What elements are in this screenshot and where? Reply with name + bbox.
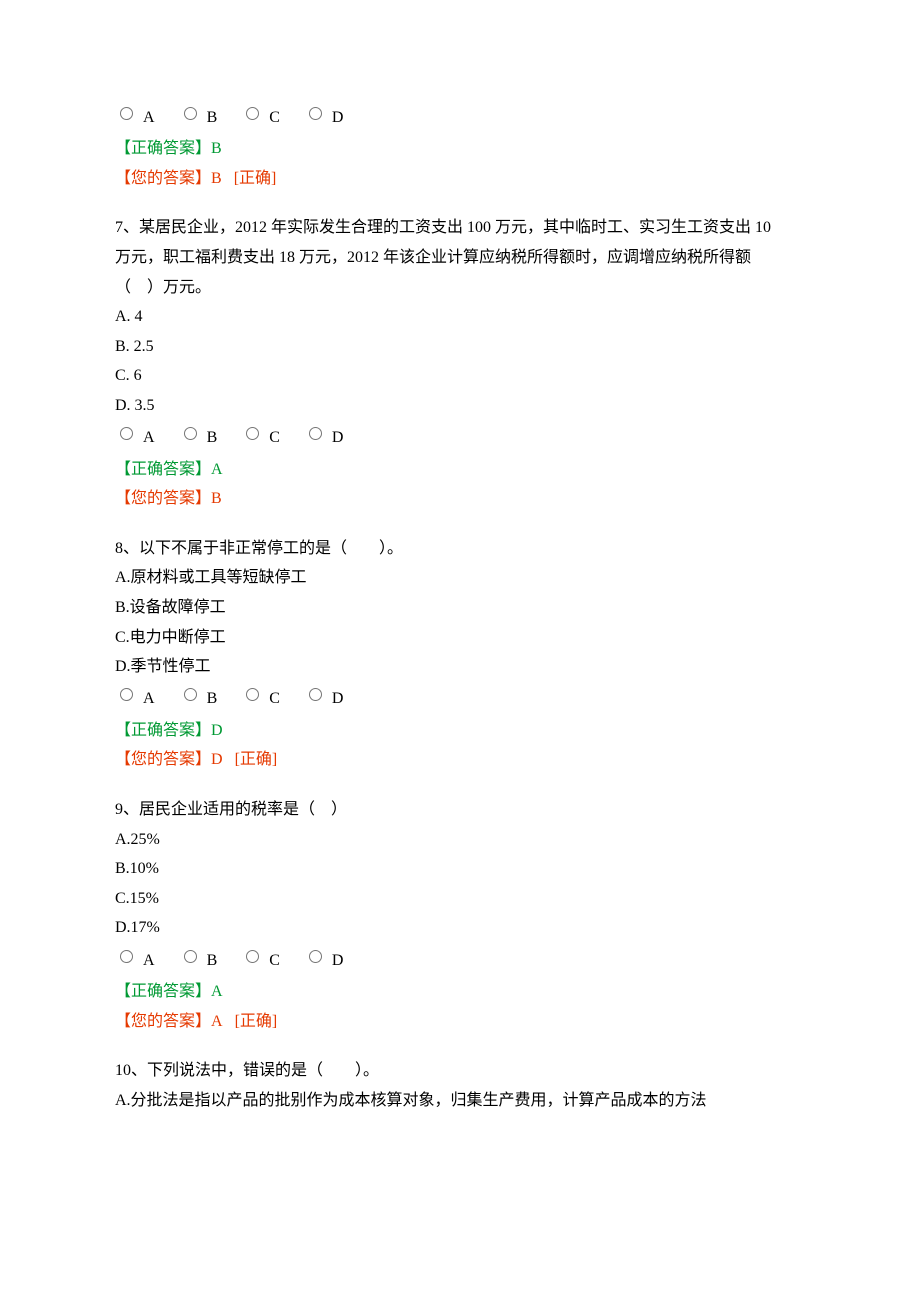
your-answer-label: 【您的答案】 [115,751,211,768]
q8-radio-b[interactable] [184,688,197,701]
q7-option-c: C. 6 [115,361,920,391]
q9-radio-a-label: A [143,952,155,969]
q8-correct-answer: 【正确答案】D [115,716,920,746]
q7-radio-b-label: B [207,429,218,446]
q9-your-value: A [211,1013,223,1030]
q7-text-line2: 万元，职工福利费支出 18 万元，2012 年该企业计算应纳税所得额时，应调增应… [115,243,920,273]
q6-correct-tag: [正确] [234,170,277,187]
correct-answer-label: 【正确答案】 [115,461,211,478]
q8-radio-a-label: A [143,690,155,707]
q6-radio-d-label: D [332,109,344,126]
q6-radio-c-label: C [269,109,280,126]
q6-your-answer: 【您的答案】B [正确] [115,164,920,194]
q9-correct-value: A [211,983,223,1000]
question-7-block: 7、某居民企业，2012 年实际发生合理的工资支出 100 万元，其中临时工、实… [115,213,920,513]
q7-text-line1: 7、某居民企业，2012 年实际发生合理的工资支出 100 万元，其中临时工、实… [115,213,920,243]
q7-radio-d-label: D [332,429,344,446]
question-9-block: 9、居民企业适用的税率是（ ） A.25% B.10% C.15% D.17% … [115,795,920,1036]
your-answer-label: 【您的答案】 [115,170,211,187]
q7-option-d: D. 3.5 [115,391,920,421]
your-answer-label: 【您的答案】 [115,490,211,507]
q6-radio-a-label: A [143,109,155,126]
q7-text-line3: （ ）万元。 [115,273,920,303]
q9-radio-b-label: B [207,952,218,969]
q7-radio-b[interactable] [184,427,197,440]
q9-option-a: A.25% [115,825,920,855]
q7-radio-d[interactable] [309,427,322,440]
q8-radio-d-label: D [332,690,344,707]
q9-your-answer: 【您的答案】A [正确] [115,1007,920,1037]
q7-option-b: B. 2.5 [115,332,920,362]
q7-radio-row: A B C D [115,422,920,452]
q8-option-b: B.设备故障停工 [115,593,920,623]
q10-text: 10、下列说法中，错误的是（ ）。 [115,1056,920,1086]
question-10-block: 10、下列说法中，错误的是（ ）。 A.分批法是指以产品的批别作为成本核算对象，… [115,1056,920,1115]
q9-radio-row: A B C D [115,945,920,975]
q7-radio-c[interactable] [246,427,259,440]
q6-radio-c[interactable] [246,107,259,120]
q7-your-answer: 【您的答案】B [115,484,920,514]
correct-answer-label: 【正确答案】 [115,140,211,157]
question-8-block: 8、以下不属于非正常停工的是（ ）。 A.原材料或工具等短缺停工 B.设备故障停… [115,534,920,775]
q6-correct-answer: 【正确答案】B [115,134,920,164]
q9-radio-d-label: D [332,952,344,969]
q8-your-answer: 【您的答案】D [正确] [115,745,920,775]
q9-radio-b[interactable] [184,950,197,963]
q6-radio-d[interactable] [309,107,322,120]
q7-correct-answer: 【正确答案】A [115,455,920,485]
q6-your-value: B [211,170,222,187]
q8-radio-a[interactable] [120,688,133,701]
q9-option-b: B.10% [115,854,920,884]
q8-option-d: D.季节性停工 [115,652,920,682]
q7-your-value: B [211,490,222,507]
q8-correct-tag: [正确] [235,751,278,768]
q9-radio-c[interactable] [246,950,259,963]
q6-radio-b[interactable] [184,107,197,120]
q9-correct-answer: 【正确答案】A [115,977,920,1007]
q7-option-a: A. 4 [115,302,920,332]
q8-text: 8、以下不属于非正常停工的是（ ）。 [115,534,920,564]
q8-radio-c[interactable] [246,688,259,701]
q7-radio-a[interactable] [120,427,133,440]
q6-radio-row: A B C D [115,102,920,132]
q9-text: 9、居民企业适用的税率是（ ） [115,795,920,825]
q8-radio-d[interactable] [309,688,322,701]
q6-radio-a[interactable] [120,107,133,120]
q8-option-c: C.电力中断停工 [115,623,920,653]
q9-radio-c-label: C [269,952,280,969]
q7-radio-c-label: C [269,429,280,446]
correct-answer-label: 【正确答案】 [115,722,211,739]
q6-correct-value: B [211,140,222,157]
q9-correct-tag: [正确] [235,1013,278,1030]
q7-correct-value: A [211,461,223,478]
q9-option-c: C.15% [115,884,920,914]
your-answer-label: 【您的答案】 [115,1013,211,1030]
q7-radio-a-label: A [143,429,155,446]
q8-option-a: A.原材料或工具等短缺停工 [115,563,920,593]
q8-correct-value: D [211,722,223,739]
q8-radio-row: A B C D [115,684,920,714]
q6-radio-b-label: B [207,109,218,126]
q9-option-d: D.17% [115,913,920,943]
q8-your-value: D [211,751,223,768]
q8-radio-b-label: B [207,690,218,707]
q10-option-a: A.分批法是指以产品的批别作为成本核算对象，归集生产费用，计算产品成本的方法 [115,1086,920,1116]
q8-radio-c-label: C [269,690,280,707]
question-6-block: A B C D 【正确答案】B 【您的答案】B [正确] [115,102,920,193]
correct-answer-label: 【正确答案】 [115,983,211,1000]
q9-radio-d[interactable] [309,950,322,963]
q9-radio-a[interactable] [120,950,133,963]
